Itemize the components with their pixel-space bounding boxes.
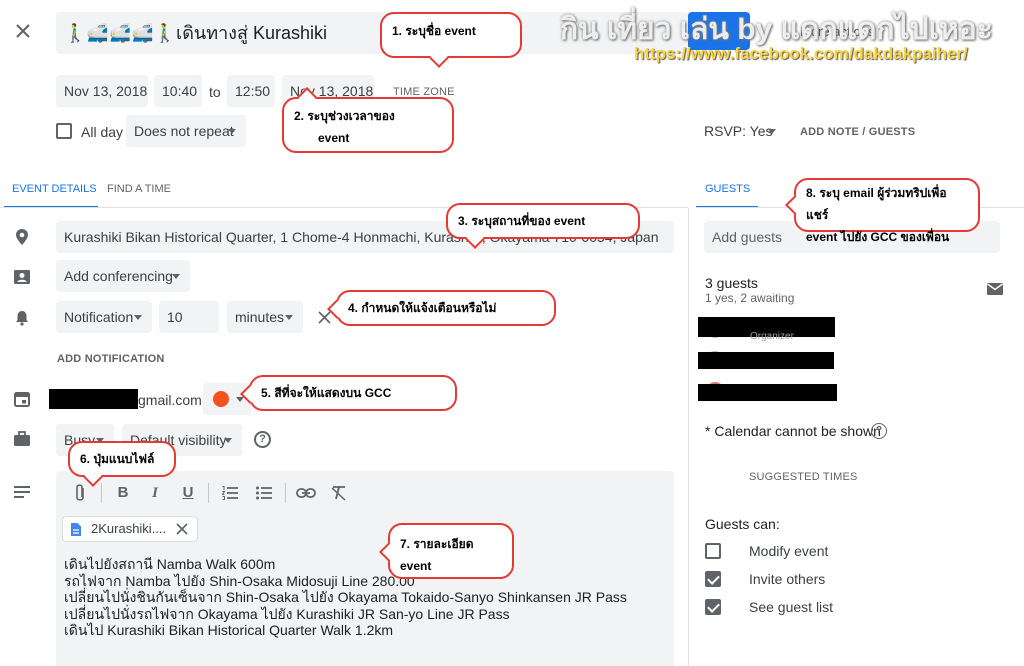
notification-unit-dropdown[interactable]: minutes (227, 301, 303, 333)
description-line: เดินไป Kurashiki Bikan Historical Quarte… (64, 622, 394, 638)
color-dot (213, 391, 229, 407)
toolbar-divider (101, 483, 102, 503)
modify-event-checkbox[interactable] (705, 543, 721, 559)
email-guests-icon[interactable] (986, 282, 1004, 296)
calendar-icon (14, 392, 30, 407)
redacted-email (49, 389, 138, 409)
callout-description: 7. รายละเอียด event (379, 523, 514, 579)
guest-count: 3 guests (705, 275, 758, 291)
conferencing-icon (14, 270, 30, 284)
close-icon[interactable] (14, 22, 32, 40)
to-label: to (209, 84, 221, 100)
callout-notification: 4. กำหนดให้แจ้งเตือนหรือไม่ (327, 290, 556, 326)
modify-event-label: Modify event (749, 543, 829, 559)
italic-icon[interactable]: I (146, 484, 164, 502)
start-date-field[interactable]: Nov 13, 2018 (56, 75, 148, 107)
see-guest-list-checkbox[interactable] (705, 599, 721, 615)
callout-time: 2. ระบุช่วงเวลาของ event (282, 87, 454, 153)
remove-attachment-icon[interactable] (176, 523, 188, 535)
suggested-times-button[interactable]: SUGGESTED TIMES (749, 471, 858, 483)
help-icon[interactable]: ? (871, 423, 887, 439)
watermark-url: https://www.facebook.com/dakdakpaiher/ (634, 44, 968, 63)
add-notification-button[interactable]: ADD NOTIFICATION (57, 353, 165, 365)
invite-others-label: Invite others (749, 571, 826, 587)
all-day-checkbox[interactable] (56, 123, 72, 139)
callout-title: 1. ระบุชื่อ event (380, 12, 522, 68)
notification-value-input[interactable]: 10 (159, 301, 219, 333)
attach-file-icon[interactable] (74, 483, 86, 503)
calendar-cannot-be-shown: * Calendar cannot be shown (705, 423, 881, 439)
tab-guests[interactable]: GUESTS (705, 183, 750, 195)
add-note-button[interactable]: ADD NOTE / GUESTS (800, 126, 915, 138)
redacted-guest (698, 384, 837, 401)
notification-type-dropdown[interactable]: Notification (56, 301, 152, 333)
attachment-name: 2Kurashiki.... (91, 521, 167, 536)
rsvp-dropdown[interactable]: RSVP: Yes (696, 115, 786, 147)
bold-icon[interactable]: B (114, 484, 132, 502)
panel-divider (688, 208, 689, 666)
link-icon[interactable] (296, 487, 316, 499)
clear-formatting-icon[interactable] (330, 485, 348, 501)
callout-color: 5. สีที่จะให้แสดงบน GCC (240, 375, 457, 411)
tab-event-details[interactable]: EVENT DETAILS (12, 183, 97, 195)
document-icon (71, 523, 81, 536)
callout-attach: 6. ปุ่มแนบไฟล์ (68, 441, 176, 487)
guests-can-label: Guests can: (705, 516, 780, 532)
start-time-field[interactable]: 10:40 (154, 75, 202, 107)
attachment-chip[interactable]: 2Kurashiki.... (62, 516, 198, 542)
calendar-color-button[interactable] (203, 383, 251, 415)
bulleted-list-icon[interactable] (255, 485, 273, 501)
chevron-down-icon (236, 397, 244, 402)
briefcase-icon (14, 431, 30, 446)
redacted-guest (698, 352, 834, 369)
invite-others-checkbox[interactable] (705, 571, 721, 587)
remove-notification-icon[interactable] (318, 311, 331, 324)
location-pin-icon (16, 229, 28, 245)
toolbar-divider (208, 483, 209, 503)
underline-icon[interactable]: U (179, 484, 197, 502)
toolbar-divider (285, 483, 286, 503)
calendar-email: gmail.com (138, 392, 202, 408)
all-day-label: All day (81, 124, 124, 140)
help-icon[interactable]: ? (254, 431, 271, 448)
callout-location: 3. ระบุสถานที่ของ event (446, 203, 640, 249)
bell-icon (16, 311, 28, 326)
organizer-label: Organizer (750, 331, 794, 342)
tab-find-a-time[interactable]: FIND A TIME (107, 183, 171, 195)
guest-status: 1 yes, 2 awaiting (705, 291, 795, 305)
conferencing-dropdown[interactable]: Add conferencing (56, 260, 190, 292)
repeat-dropdown[interactable]: Does not repeat (126, 115, 246, 147)
description-icon (14, 486, 30, 498)
callout-guests: 8. ระบุ email ผู้ร่วมทริปเพื่อแชร์ event… (785, 178, 980, 244)
end-time-field[interactable]: 12:50 (227, 75, 275, 107)
see-guest-list-label: See guest list (749, 599, 834, 615)
numbered-list-icon[interactable] (221, 485, 239, 501)
